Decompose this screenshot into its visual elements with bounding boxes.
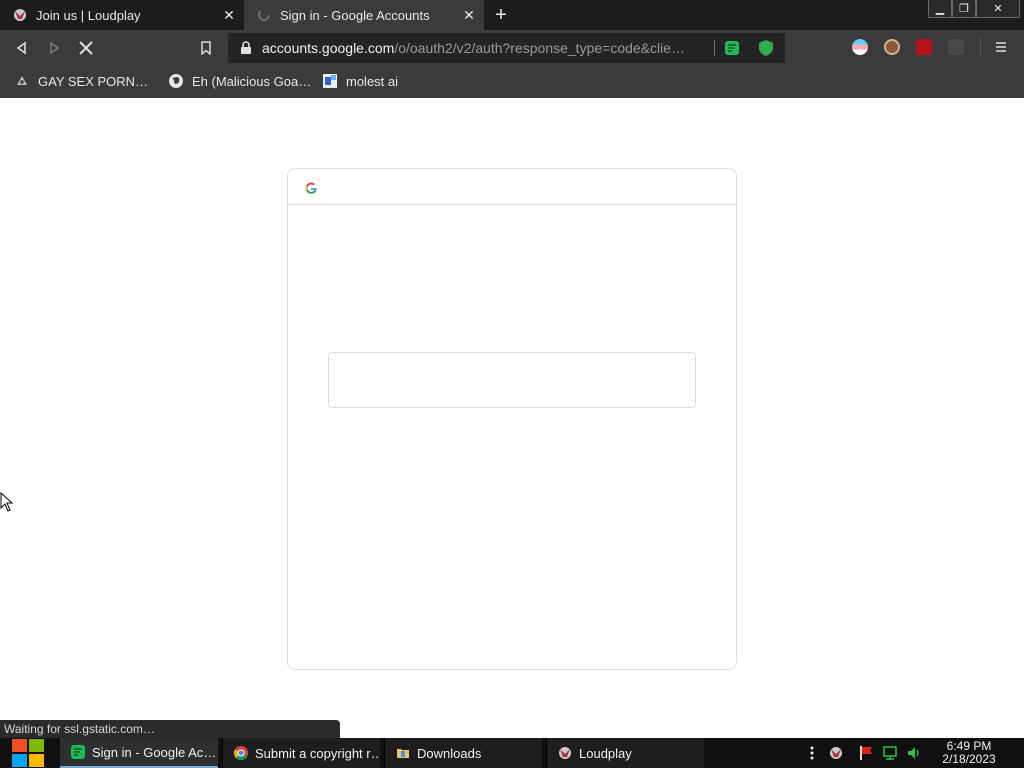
bookmark-favicon-icon	[17, 76, 27, 85]
lock-icon	[241, 41, 251, 54]
taskbar-item-copyright[interactable]: Submit a copyright r…	[222, 738, 380, 768]
close-window-button[interactable]: ✕	[976, 0, 1020, 18]
screen: Join us | Loudplay ✕ Sign in - Google Ac…	[0, 0, 1024, 768]
toolbar-divider	[980, 37, 981, 57]
loading-spinner-icon	[258, 9, 270, 21]
url-divider	[714, 40, 715, 56]
status-bar: Waiting for ssl.gstatic.com…	[0, 720, 340, 738]
windows-logo-icon	[12, 739, 44, 767]
close-icon[interactable]: ✕	[458, 4, 480, 26]
tab-strip: Join us | Loudplay ✕ Sign in - Google Ac…	[0, 0, 1024, 30]
tab-google-signin[interactable]: Sign in - Google Accounts ✕	[244, 0, 484, 30]
tray-overflow-icon[interactable]	[804, 745, 820, 761]
web-content	[0, 100, 1024, 738]
green-chat-icon	[71, 745, 85, 759]
network-icon[interactable]	[882, 745, 898, 761]
green-chat-extension-icon[interactable]	[724, 40, 740, 56]
pride-flag-extension-icon[interactable]	[852, 39, 868, 55]
extension-icon[interactable]	[948, 39, 964, 55]
taskbar-item-loudplay[interactable]: Loudplay	[546, 738, 704, 768]
new-tab-button[interactable]: +	[490, 4, 512, 26]
taskbar: Sign in - Google Ac… Submit a copyright …	[0, 738, 1024, 768]
tab-title: Sign in - Google Accounts	[280, 7, 430, 23]
bookmark-label: GAY SEX PORN…	[38, 73, 149, 89]
taskbar-item-signin[interactable]: Sign in - Google Ac…	[60, 738, 218, 768]
url-text: accounts.google.com/o/oauth2/v2/auth?res…	[262, 40, 702, 56]
forward-button[interactable]	[44, 38, 64, 58]
chrome-icon	[233, 746, 248, 761]
loudplay-icon	[14, 9, 26, 21]
bookmark-item[interactable]: molest ai	[322, 73, 398, 89]
flag-icon[interactable]	[858, 745, 874, 761]
minimize-icon: ▁	[935, 3, 945, 15]
start-button[interactable]	[0, 738, 56, 768]
minimize-button[interactable]: ▁	[928, 0, 952, 18]
back-button[interactable]	[12, 38, 32, 58]
loading-placeholder-box	[328, 352, 696, 408]
google-logo-icon	[305, 182, 317, 194]
folder-icon	[397, 749, 409, 758]
blue-square-icon	[323, 74, 337, 88]
card-header	[288, 169, 736, 205]
bookmark-item[interactable]: GAY SEX PORN…	[14, 73, 148, 89]
stop-x-icon	[79, 41, 93, 55]
loudplay-icon	[559, 747, 571, 759]
bookmark-label: Eh (Malicious Goa…	[192, 73, 312, 89]
ublock-icon[interactable]	[916, 39, 932, 55]
shield-icon[interactable]	[758, 39, 774, 57]
close-icon: ✕	[993, 3, 1003, 15]
tab-title: Join us | Loudplay	[36, 7, 141, 23]
globe-icon	[169, 74, 183, 88]
bookmark-label: molest ai	[346, 73, 399, 89]
restore-icon: ❐	[959, 3, 969, 15]
close-icon[interactable]: ✕	[218, 4, 240, 26]
toolbar: accounts.google.com/o/oauth2/v2/auth?res…	[0, 30, 1024, 66]
avatar-extension-icon[interactable]	[884, 39, 900, 55]
url-path: /o/oauth2/v2/auth?response_type=code&cli…	[394, 40, 686, 56]
bookmark-page-button[interactable]	[196, 38, 216, 58]
taskbar-item-label: Sign in - Google Ac…	[92, 744, 217, 760]
taskbar-item-downloads[interactable]: Downloads	[384, 738, 542, 768]
taskbar-item-label: Downloads	[417, 745, 482, 761]
restore-button[interactable]: ❐	[952, 0, 976, 18]
forward-arrow-icon	[50, 41, 60, 55]
tab-loudplay[interactable]: Join us | Loudplay ✕	[0, 0, 244, 30]
mouse-cursor-icon	[0, 492, 14, 512]
signin-card	[287, 168, 737, 670]
volume-icon[interactable]	[906, 745, 922, 761]
bookmark-item[interactable]: Eh (Malicious Goa…	[168, 73, 311, 89]
stop-loading-button[interactable]	[76, 38, 96, 58]
url-host: accounts.google.com	[262, 40, 395, 56]
bookmark-icon	[201, 41, 211, 55]
bookmarks-bar: GAY SEX PORN… Eh (Malicious Goa… molest …	[0, 66, 1024, 98]
clock-date: 2/18/2023	[942, 752, 996, 766]
taskbar-item-label: Submit a copyright r…	[255, 745, 380, 761]
menu-icon[interactable]	[995, 41, 1007, 53]
address-bar[interactable]: accounts.google.com/o/oauth2/v2/auth?res…	[228, 33, 785, 63]
taskbar-item-label: Loudplay	[579, 745, 632, 761]
clock[interactable]: 6:49 PM 2/18/2023	[936, 740, 1002, 766]
back-arrow-icon	[16, 41, 26, 55]
loudplay-tray-icon[interactable]	[828, 745, 844, 761]
